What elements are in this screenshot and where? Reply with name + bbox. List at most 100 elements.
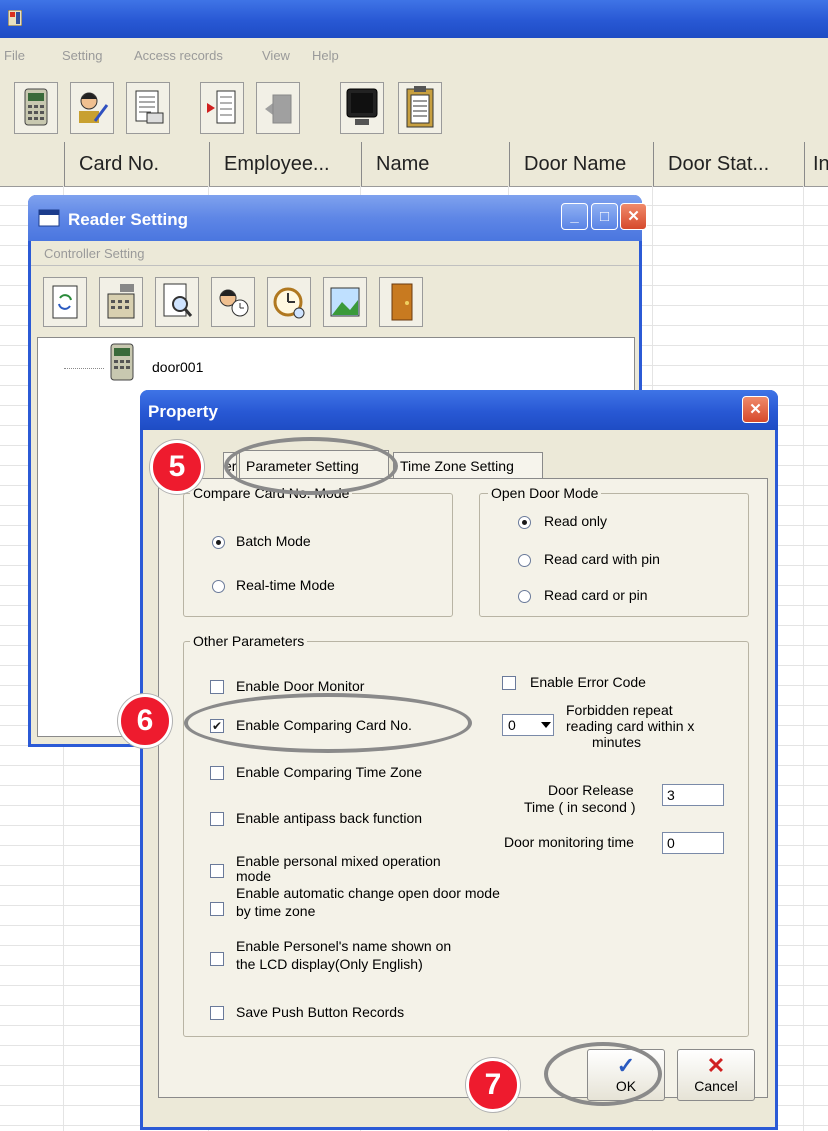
save-push-button-checkbox[interactable] — [210, 1006, 224, 1020]
tab-time-zone-setting[interactable]: Time Zone Setting — [393, 452, 543, 478]
open-door-mode-legend: Open Door Mode — [488, 485, 602, 501]
enable-personal-mixed-label-2: mode — [236, 868, 272, 884]
door-release-label-2: Time ( in second ) — [524, 799, 636, 815]
search-icon[interactable] — [155, 277, 199, 327]
main-toolbar — [0, 74, 828, 143]
save-push-button-label: Save Push Button Records — [236, 1004, 405, 1020]
export-icon[interactable] — [256, 82, 300, 134]
tree-item-label: door001 — [152, 359, 204, 375]
enable-comparing-time-zone-checkbox[interactable] — [210, 766, 224, 780]
enable-error-code-label: Enable Error Code — [530, 674, 646, 690]
controller-icon — [110, 343, 134, 381]
step-5-badge: 5 — [150, 440, 204, 494]
menu-access-records[interactable]: Access records — [134, 48, 223, 63]
column-header-employee[interactable]: Employee... — [209, 142, 361, 186]
enable-comparing-time-zone-label: Enable Comparing Time Zone — [236, 764, 422, 780]
batch-mode-label: Batch Mode — [236, 533, 311, 549]
cancel-label: Cancel — [694, 1078, 738, 1094]
enable-personal-mixed-checkbox[interactable] — [210, 864, 224, 878]
enable-personel-name-checkbox[interactable] — [210, 952, 224, 966]
import-icon[interactable] — [200, 82, 244, 134]
tab-time-zone-label: Time Zone Setting — [400, 458, 514, 474]
read-card-or-pin-radio[interactable] — [518, 590, 531, 603]
step-6-badge: 6 — [118, 694, 172, 748]
monitor-icon[interactable] — [340, 82, 384, 134]
menu-setting[interactable]: Setting — [62, 48, 102, 63]
window-icon — [38, 209, 60, 227]
column-header-door-name[interactable]: Door Name — [509, 142, 653, 186]
cross-icon: ✕ — [706, 1053, 726, 1078]
enable-auto-change-checkbox[interactable] — [210, 902, 224, 916]
realtime-mode-label: Real-time Mode — [236, 577, 335, 593]
door-release-value: 3 — [667, 787, 675, 803]
highlight-ellipse-checkbox — [184, 693, 472, 753]
door-monitoring-label: Door monitoring time — [504, 834, 634, 850]
enable-auto-change-label-2: by time zone — [236, 903, 316, 919]
door-monitoring-value: 0 — [667, 835, 675, 851]
read-card-with-pin-radio[interactable] — [518, 554, 531, 567]
forbidden-repeat-label-2: reading card within x — [566, 718, 695, 734]
open-door-mode-group: Open Door Mode Read only Read card with … — [479, 485, 749, 617]
reader-setting-titlebar[interactable]: Reader Setting _ □ ✕ — [28, 195, 647, 241]
forbidden-repeat-label-3: minutes — [592, 734, 642, 750]
reader-setting-title: Reader Setting — [68, 210, 188, 229]
enable-auto-change-label-1: Enable automatic change open door mode — [236, 885, 500, 901]
door-icon[interactable] — [379, 277, 423, 327]
column-header-door-status[interactable]: Door Stat... — [653, 142, 804, 186]
door-release-input[interactable]: 3 — [662, 784, 724, 806]
forbidden-repeat-select[interactable]: 0 — [502, 714, 554, 736]
app-icon — [8, 10, 22, 26]
user-clock-icon[interactable] — [211, 277, 255, 327]
picture-icon[interactable] — [323, 277, 367, 327]
door-monitoring-input[interactable]: 0 — [662, 832, 724, 854]
close-button[interactable]: ✕ — [620, 203, 647, 230]
read-only-radio[interactable] — [518, 516, 531, 529]
enable-door-monitor-label: Enable Door Monitor — [236, 678, 365, 694]
controller-settings-icon[interactable] — [99, 277, 143, 327]
property-titlebar[interactable]: Property ✕ — [140, 390, 778, 430]
enable-antipass-checkbox[interactable] — [210, 812, 224, 826]
enable-error-code-checkbox[interactable] — [502, 676, 516, 690]
column-header-card-no[interactable]: Card No. — [64, 142, 209, 186]
close-button[interactable]: ✕ — [742, 396, 769, 423]
read-only-label: Read only — [544, 513, 608, 529]
realtime-mode-radio[interactable] — [212, 580, 225, 593]
enable-door-monitor-checkbox[interactable] — [210, 680, 224, 694]
clipboard-icon[interactable] — [398, 82, 442, 134]
forbidden-repeat-label-1: Forbidden repeat — [566, 702, 673, 718]
minimize-button[interactable]: _ — [561, 203, 588, 230]
document-icon[interactable] — [126, 82, 170, 134]
parameter-setting-panel: Compare Card No. Mode Batch Mode Real-ti… — [158, 478, 768, 1101]
property-title: Property — [148, 402, 218, 421]
enable-personel-name-label-1: Enable Personel's name shown on — [236, 938, 452, 954]
menu-help[interactable]: Help — [312, 48, 339, 63]
user-edit-icon[interactable] — [70, 82, 114, 134]
column-header-name[interactable]: Name — [361, 142, 509, 186]
step-7-badge: 7 — [466, 1058, 520, 1112]
main-menubar: File Setting Access records View Help — [0, 38, 828, 74]
property-dialog: Property ✕ eral Parameter Setting Time Z… — [140, 390, 778, 1130]
reader-toolbar — [31, 267, 639, 335]
column-header-in[interactable]: In — [804, 142, 828, 186]
other-parameters-legend: Other Parameters — [190, 633, 308, 649]
read-card-with-pin-label: Read card with pin — [544, 551, 660, 567]
tree-item-door001[interactable]: door001 — [108, 342, 203, 382]
controller-icon[interactable] — [14, 82, 58, 134]
enable-personel-name-label-2: the LCD display(Only English) — [236, 956, 423, 972]
cancel-button[interactable]: ✕ Cancel — [677, 1049, 755, 1101]
refresh-icon[interactable] — [43, 277, 87, 327]
menu-controller-setting[interactable]: Controller Setting — [44, 246, 144, 261]
chevron-down-icon — [541, 722, 551, 728]
records-grid-header: Card No. Employee... Name Door Name Door… — [0, 142, 828, 187]
main-titlebar — [0, 0, 828, 38]
highlight-ellipse-ok — [544, 1042, 662, 1106]
maximize-button[interactable]: □ — [591, 203, 618, 230]
door-release-label-1: Door Release — [548, 782, 634, 798]
highlight-ellipse-tab — [224, 437, 398, 495]
batch-mode-radio[interactable] — [212, 536, 225, 549]
menu-view[interactable]: View — [262, 48, 290, 63]
column-header-blank[interactable] — [0, 142, 64, 186]
menu-file[interactable]: File — [4, 48, 25, 63]
tree-connector — [64, 368, 104, 369]
alarm-icon[interactable] — [267, 277, 311, 327]
